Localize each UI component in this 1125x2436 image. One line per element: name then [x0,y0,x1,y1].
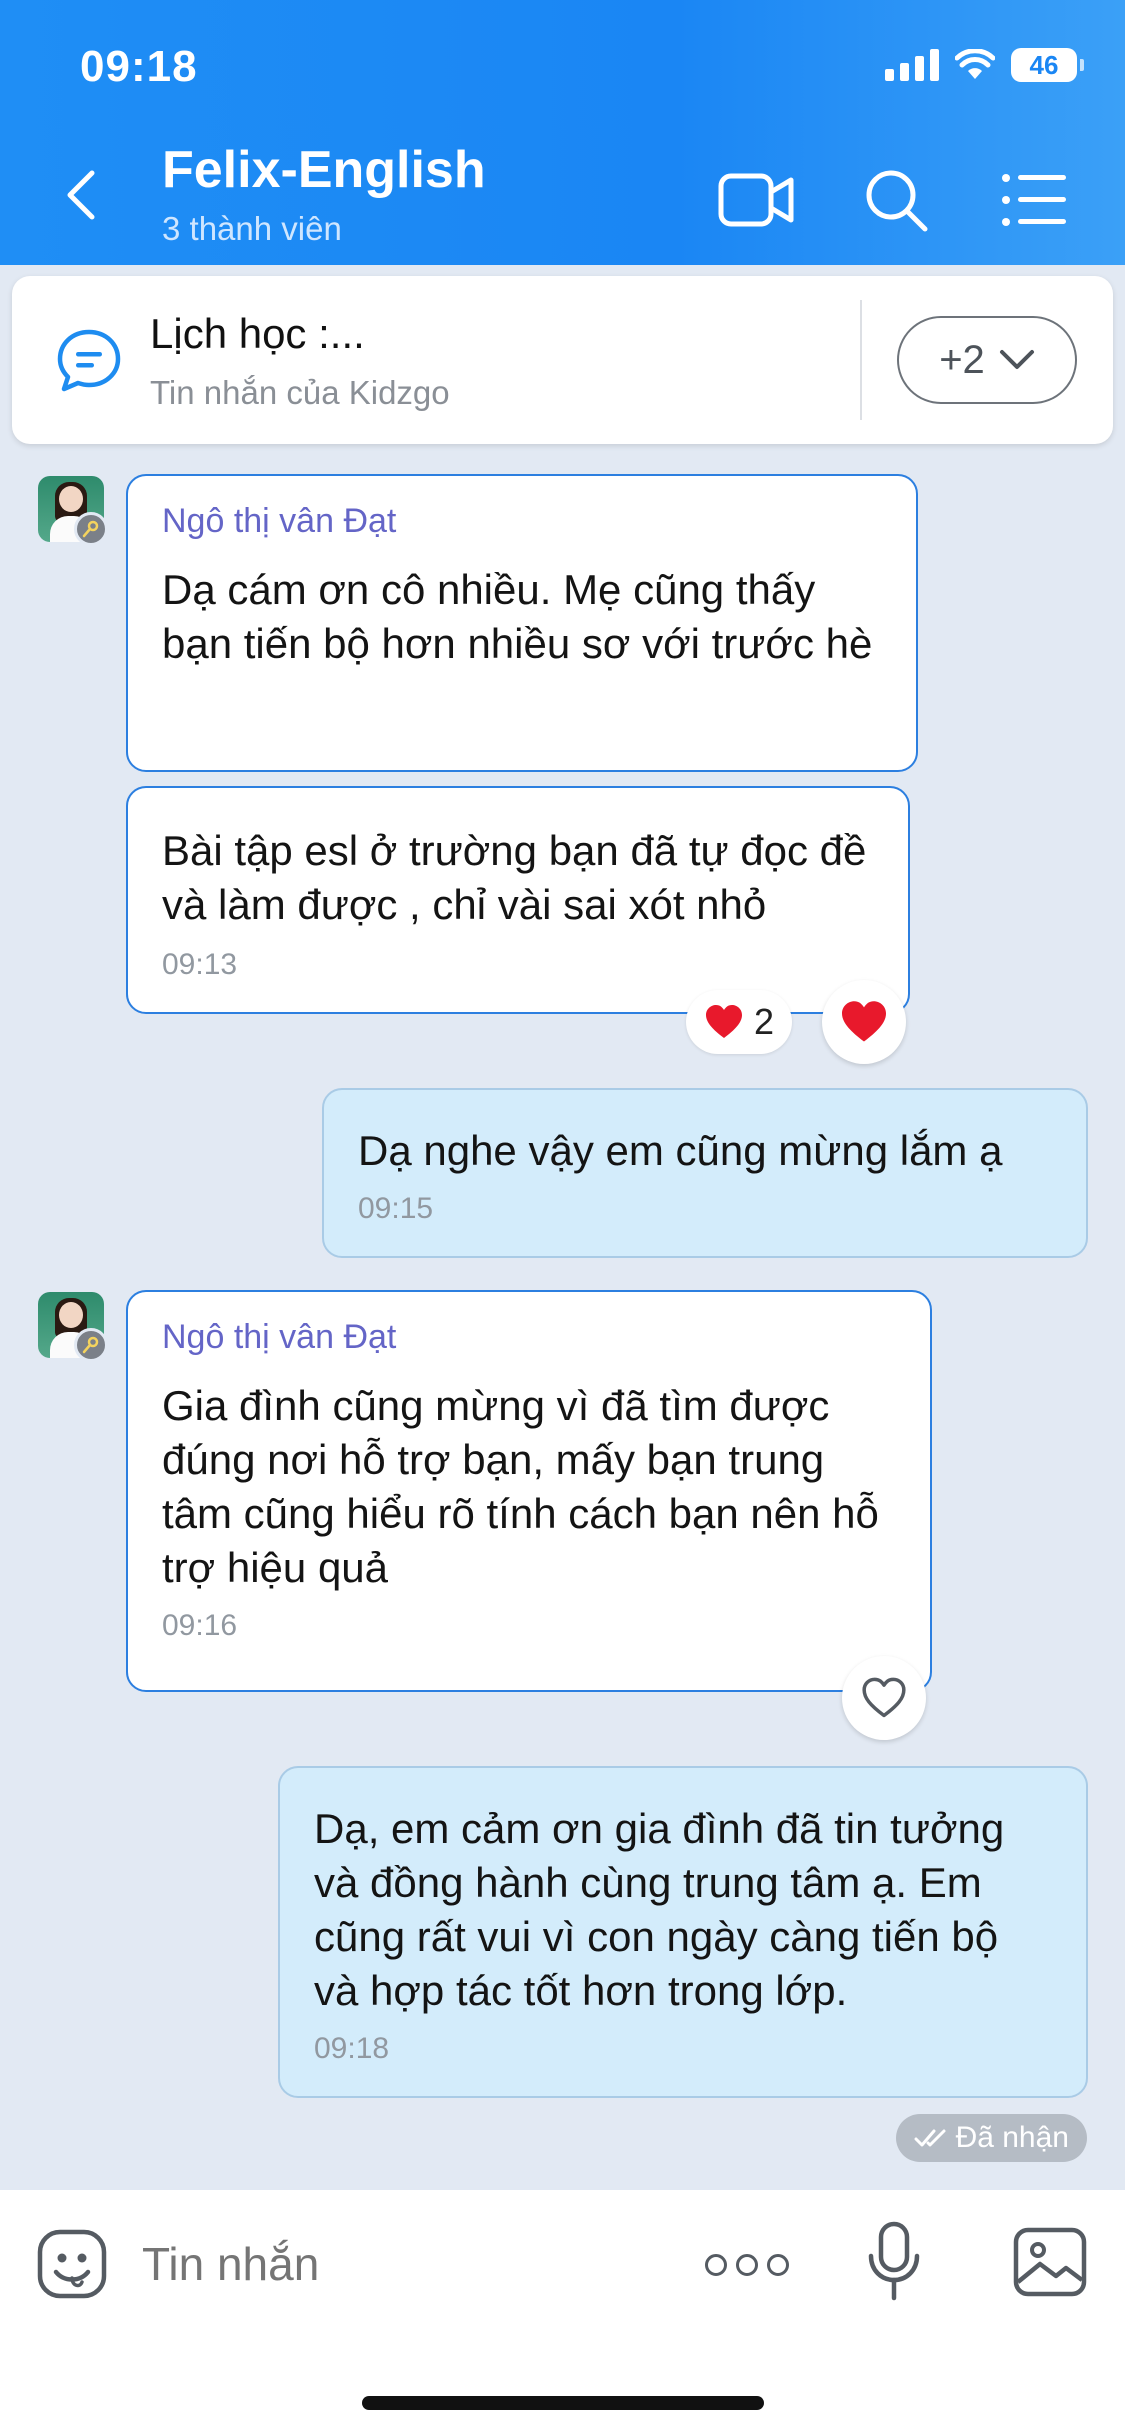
message-text: Gia đình cũng mừng vì đã tìm được đúng n… [162,1382,879,1591]
key-icon [82,1336,99,1354]
pinned-more-label: +2 [939,337,985,382]
chevron-down-icon [999,350,1034,369]
heart-icon [706,1005,742,1038]
microphone-icon[interactable] [866,2220,922,2304]
dot-icon [767,2254,789,2276]
video-call-icon [718,173,794,227]
message-bubble[interactable]: Dạ, em cảm ơn gia đình đã tin tưởng và đ… [278,1766,1088,2098]
message-time: 09:18 [314,2032,390,2065]
status-icons: 46 [885,48,1084,82]
message-time: 09:13 [162,948,238,981]
cellular-signal-icon [885,49,939,81]
react-heart-button[interactable] [822,980,906,1064]
divider [860,300,862,420]
chat-title[interactable]: Felix-English [162,140,486,200]
key-badge [74,1328,108,1362]
emoji-icon[interactable] [36,2228,108,2300]
message-input[interactable] [142,2232,662,2296]
chat-header: 09:18 46 Felix-English 3 thành viên [0,0,1125,265]
reaction-summary[interactable]: 2 [686,990,793,1054]
back-button[interactable] [60,160,110,230]
message-time: 09:15 [358,1192,434,1225]
search-button[interactable] [856,160,936,240]
member-count[interactable]: 3 thành viên [162,210,342,248]
home-indicator[interactable] [362,2396,764,2410]
wifi-icon [955,49,995,79]
message-text: Dạ nghe vậy em cũng mừng lắm ạ [358,1127,1003,1174]
back-icon [67,170,95,220]
message-bubble[interactable]: Ngô thị vân Đạt Gia đình cũng mừng vì đã… [126,1290,932,1692]
search-icon [866,170,928,232]
message-text: Dạ, em cảm ơn gia đình đã tin tưởng và đ… [314,1805,1005,2014]
pinned-title: Lịch học :... [150,310,365,357]
battery-indicator: 46 [1011,48,1084,82]
message-text: Bài tập esl ở trường bạn đã tự đọc đề và… [162,827,867,928]
dot-icon [705,2254,727,2276]
chat-bubble-icon [57,329,121,392]
more-options-button[interactable] [705,2240,789,2290]
heart-icon [842,1001,886,1042]
pinned-more-button[interactable]: +2 [897,316,1077,404]
pinned-message-bar[interactable]: Lịch học :... Tin nhắn của Kidzgo +2 [12,276,1113,444]
heart-outline-icon [862,1677,906,1718]
key-badge [74,512,108,546]
sender-name: Ngô thị vân Đạt [162,502,397,540]
double-check-icon [914,2129,946,2147]
message-bubble[interactable]: Bài tập esl ở trường bạn đã tự đọc đề và… [126,786,910,1014]
menu-list-icon [1002,174,1066,226]
pinned-subtitle: Tin nhắn của Kidzgo [150,374,450,411]
reaction-count: 2 [754,1001,775,1042]
menu-button[interactable] [994,160,1074,240]
react-button[interactable] [842,1656,926,1740]
delivery-status-text: Đã nhận [955,2121,1069,2154]
image-icon[interactable] [1012,2226,1088,2298]
message-time: 09:16 [162,1609,238,1642]
key-icon [82,520,99,538]
delivery-status: Đã nhận [895,2114,1087,2162]
message-text: Dạ cám ơn cô nhiều. Mẹ cũng thấy bạn tiế… [162,566,873,667]
sender-name: Ngô thị vân Đạt [162,1318,397,1356]
video-call-button[interactable] [716,160,796,240]
dot-icon [736,2254,758,2276]
message-bubble[interactable]: Ngô thị vân Đạt Dạ cám ơn cô nhiều. Mẹ c… [126,474,918,772]
status-time: 09:18 [80,42,198,91]
message-bubble[interactable]: Dạ nghe vậy em cũng mừng lắm ạ 09:15 [322,1088,1088,1258]
